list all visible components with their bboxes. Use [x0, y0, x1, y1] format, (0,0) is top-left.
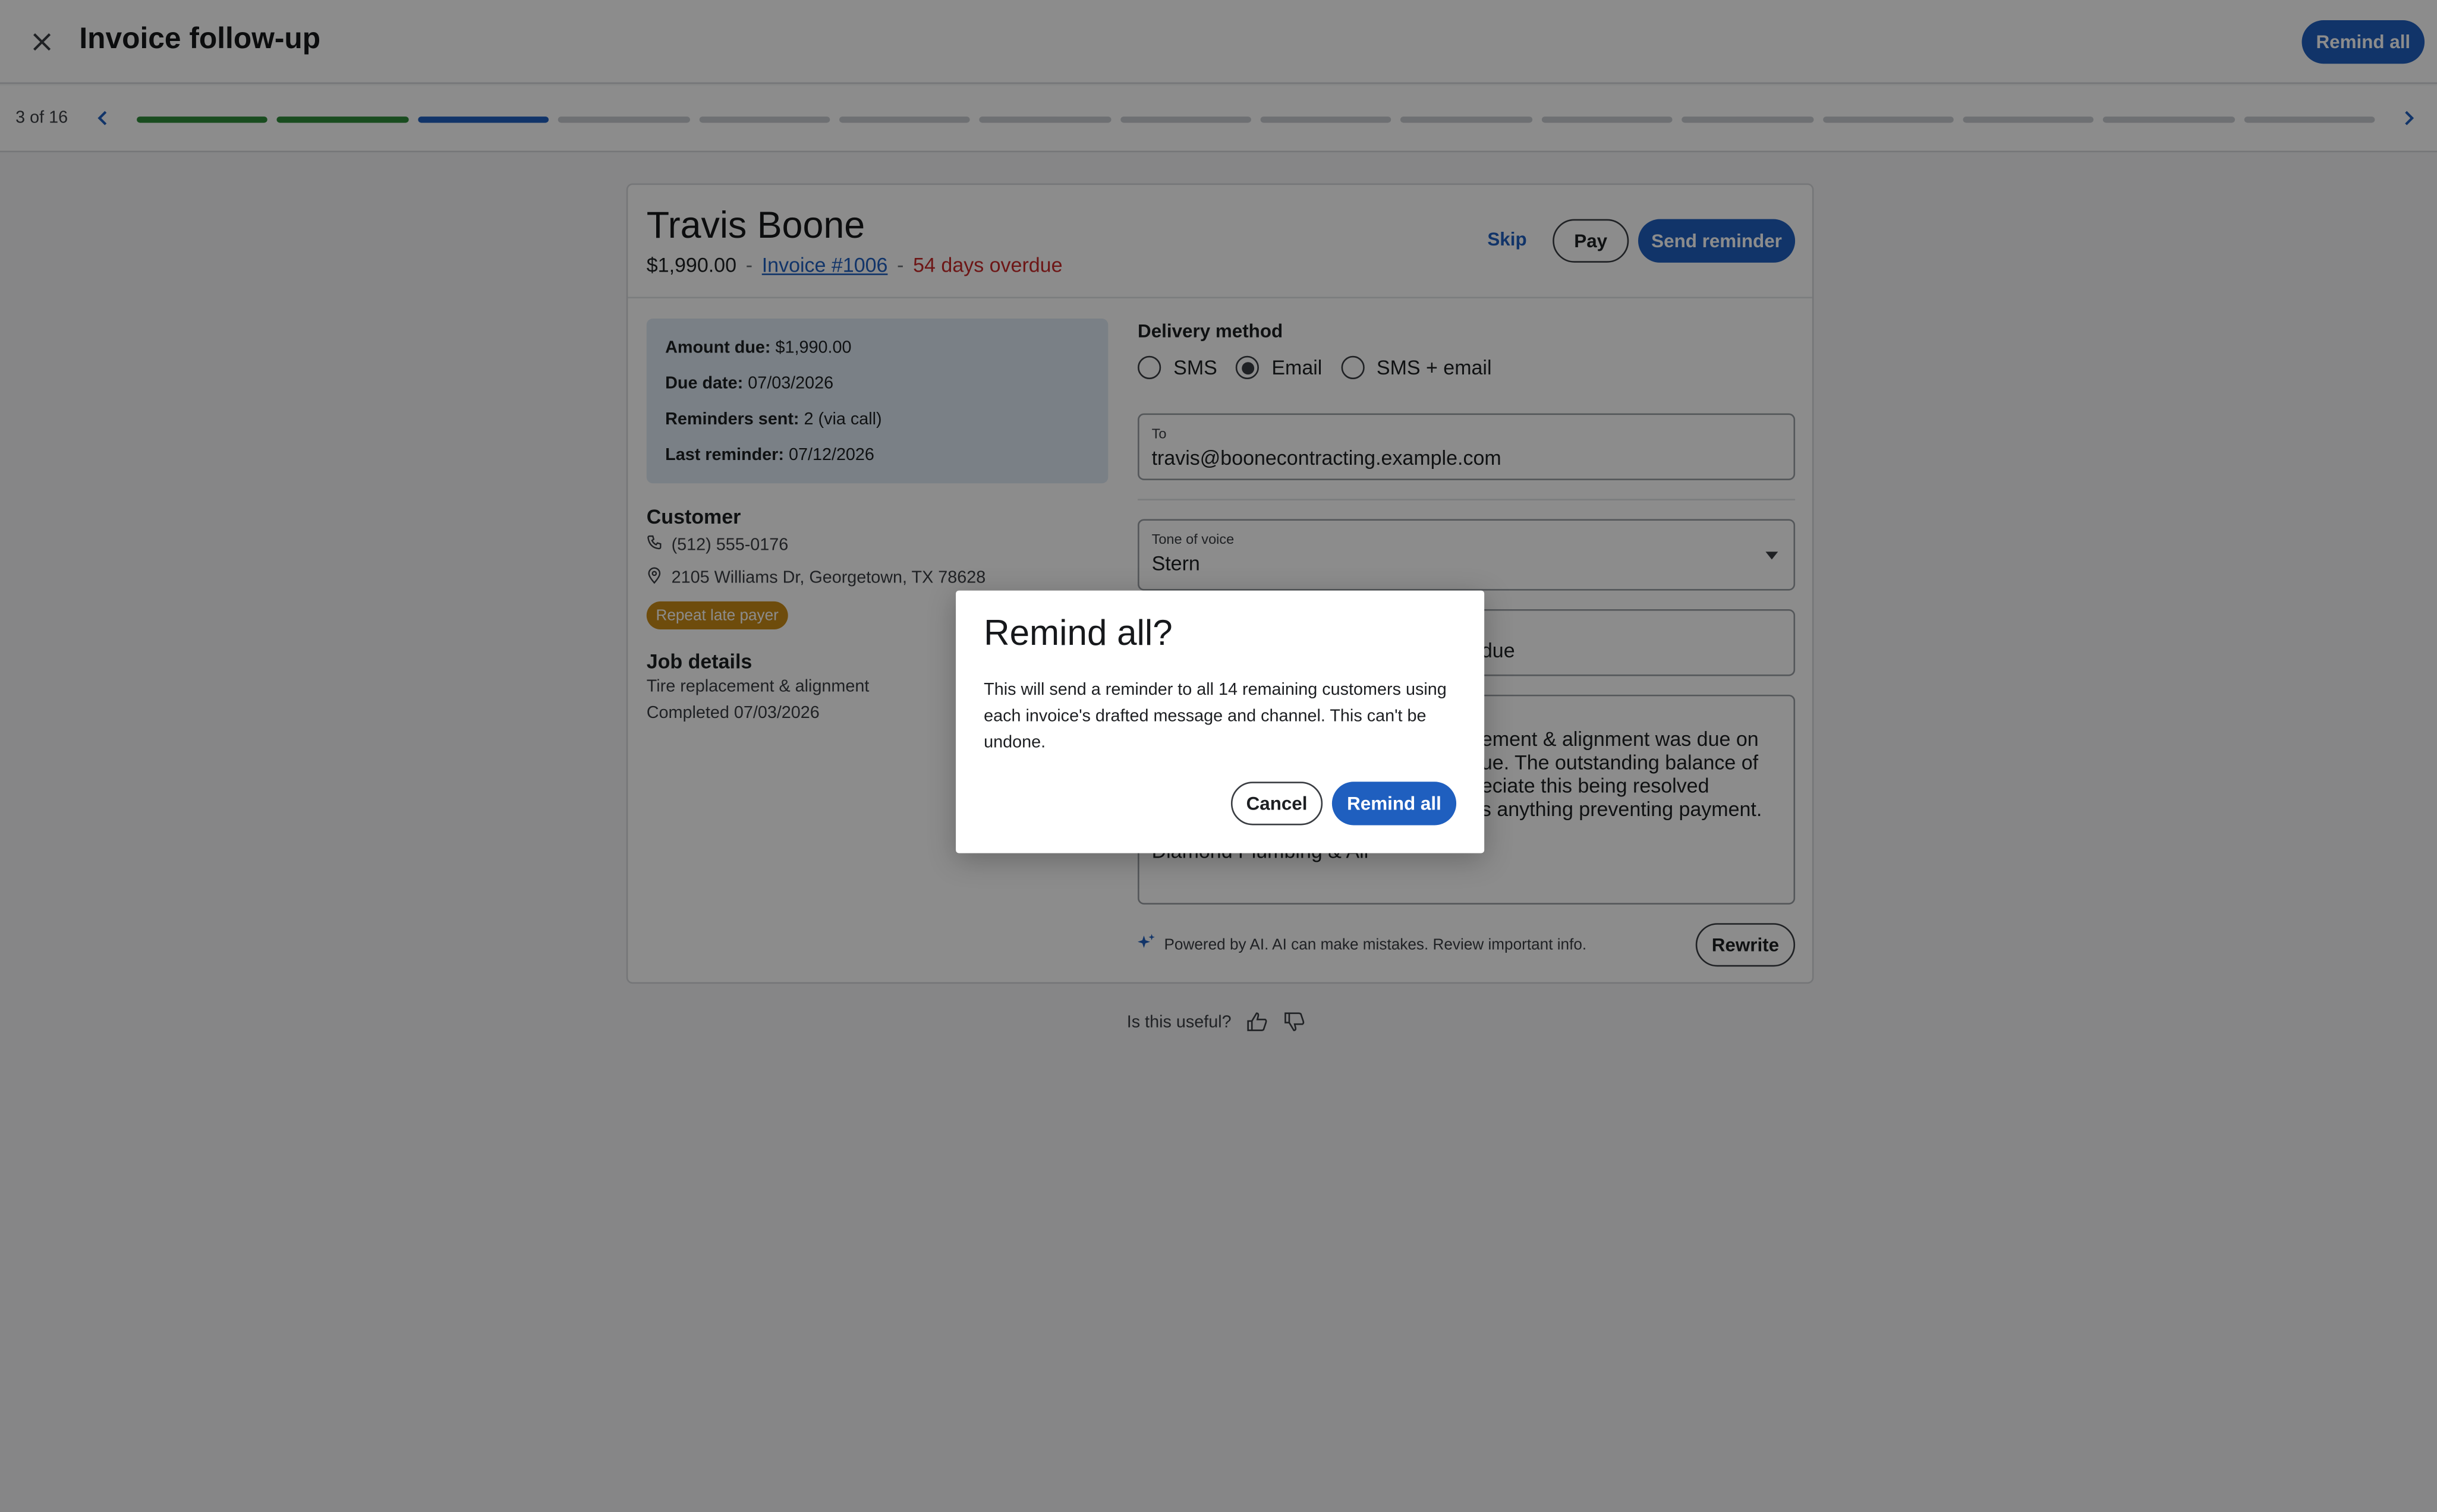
- remind-all-dialog: Remind all? This will send a reminder to…: [956, 590, 1485, 853]
- confirm-remind-all-button[interactable]: Remind all: [1331, 782, 1457, 826]
- dialog-body: This will send a reminder to all 14 rema…: [984, 681, 1447, 752]
- dialog-title: Remind all?: [984, 612, 1173, 653]
- cancel-button[interactable]: Cancel: [1230, 782, 1323, 826]
